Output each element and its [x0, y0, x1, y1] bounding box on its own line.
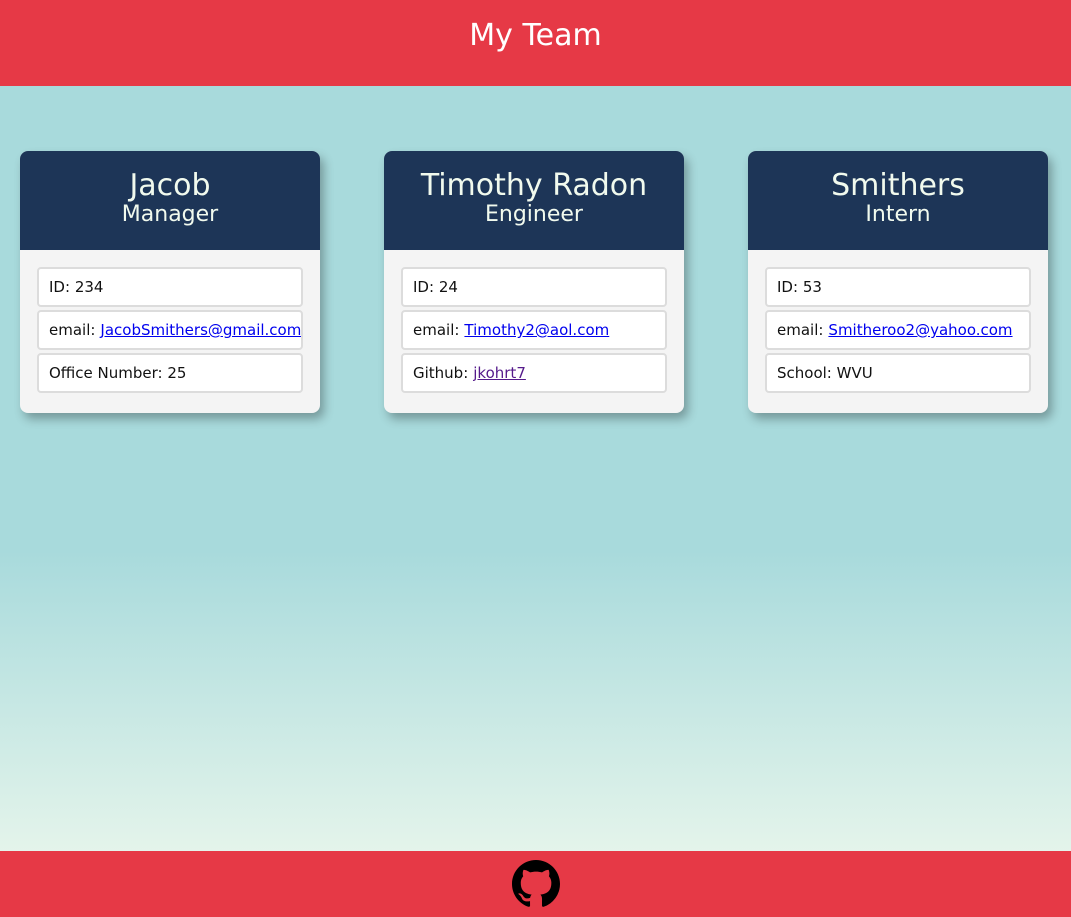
- github-label: Github:: [413, 364, 469, 382]
- email-label: email:: [413, 321, 460, 339]
- id-value: 24: [438, 278, 458, 296]
- email-link[interactable]: JacobSmithers@gmail.com: [100, 321, 301, 339]
- email-link[interactable]: Timothy2@aol.com: [464, 321, 609, 339]
- card-body: ID: 53 email: Smitheroo2@yahoo.com School…: [748, 250, 1048, 393]
- card-body: ID: 234 email: JacobSmithers@gmail.com Of…: [20, 250, 320, 393]
- employee-name: Smithers: [831, 168, 965, 203]
- id-item: ID: 24: [401, 267, 667, 307]
- id-value: 53: [802, 278, 822, 296]
- github-icon[interactable]: [511, 860, 560, 908]
- employee-name: Timothy Radon: [420, 168, 648, 203]
- card-header: Jacob Manager: [20, 151, 320, 250]
- page-title: My Team: [469, 17, 602, 53]
- github-item: Github: jkohrt7: [401, 353, 667, 393]
- employee-card-intern: Smithers Intern ID: 53 email: Smitheroo2@…: [748, 151, 1048, 413]
- email-item: email: JacobSmithers@gmail.com: [37, 310, 303, 350]
- id-label: ID:: [49, 278, 71, 296]
- employee-card-engineer: Timothy Radon Engineer ID: 24 email: Timo…: [384, 151, 684, 413]
- id-item: ID: 53: [765, 267, 1031, 307]
- id-label: ID:: [777, 278, 799, 296]
- employee-card-manager: Jacob Manager ID: 234 email: JacobSmither…: [20, 151, 320, 413]
- office-number-item: Office Number: 25: [37, 353, 303, 393]
- github-link[interactable]: jkohrt7: [473, 364, 526, 382]
- school-label: School:: [777, 364, 832, 382]
- id-value: 234: [74, 278, 104, 296]
- email-label: email:: [49, 321, 96, 339]
- employee-role: Intern: [865, 202, 931, 227]
- employee-name: Jacob: [129, 168, 211, 203]
- id-label: ID:: [413, 278, 435, 296]
- id-item: ID: 234: [37, 267, 303, 307]
- email-label: email:: [777, 321, 824, 339]
- office-number-value: 25: [167, 364, 187, 382]
- school-item: School: WVU: [765, 353, 1031, 393]
- email-item: email: Smitheroo2@yahoo.com: [765, 310, 1031, 350]
- page-header: My Team: [0, 0, 1071, 86]
- email-item: email: Timothy2@aol.com: [401, 310, 667, 350]
- card-header: Timothy Radon Engineer: [384, 151, 684, 250]
- page-footer: [0, 851, 1071, 917]
- employee-role: Manager: [121, 202, 219, 227]
- school-value: WVU: [836, 364, 873, 382]
- email-link[interactable]: Smitheroo2@yahoo.com: [828, 321, 1012, 339]
- card-header: Smithers Intern: [748, 151, 1048, 250]
- office-number-label: Office Number:: [49, 364, 163, 382]
- card-body: ID: 24 email: Timothy2@aol.com Github: jko…: [384, 250, 684, 393]
